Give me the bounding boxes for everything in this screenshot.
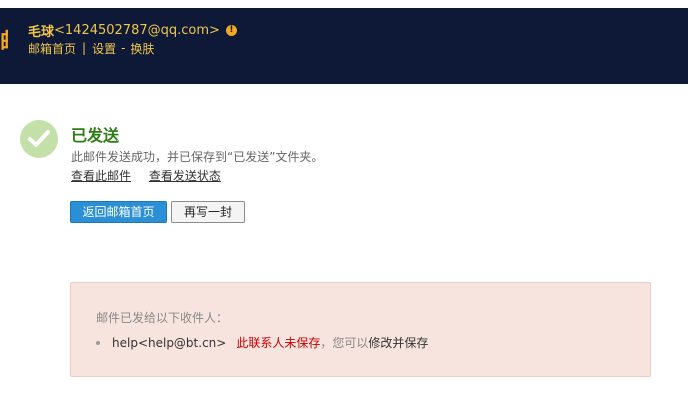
unsaved-contact-label: 此联系人未保存 [236, 336, 321, 350]
nav-separator: | [82, 41, 87, 55]
mail-header: 邮 毛球 <1424502787@qq.com> ! 邮箱首页 | 设置 - 换… [0, 8, 688, 84]
logo-fragment: 邮 [0, 26, 8, 60]
write-again-button[interactable]: 再写一封 [171, 201, 245, 223]
sent-description: 此邮件发送成功，并已保存到“已发送”文件夹。 [71, 150, 324, 164]
back-home-button[interactable]: 返回邮箱首页 [70, 201, 167, 223]
recipient-item: help<help@bt.cn> 此联系人未保存 ，您可以 修改并保存 [96, 334, 428, 351]
success-check-icon [20, 120, 58, 158]
header-nav: 邮箱首页 | 设置 - 换肤 [28, 39, 154, 57]
nav-dash: - [121, 41, 126, 55]
user-name: 毛球 [28, 24, 55, 40]
edit-and-save-link[interactable]: 修改并保存 [368, 334, 428, 351]
recipient-address: help<help@bt.cn> [112, 335, 227, 350]
settings-link[interactable]: 设置 [92, 40, 116, 57]
checkmark-icon [28, 130, 50, 147]
change-skin-link[interactable]: 换肤 [130, 40, 154, 57]
view-mail-link[interactable]: 查看此邮件 [71, 169, 131, 183]
user-info: 毛球 <1424502787@qq.com> ! [28, 20, 237, 40]
mailbox-home-link[interactable]: 邮箱首页 [28, 40, 76, 57]
notice-title: 邮件已发给以下收件人： [96, 311, 229, 325]
view-status-link[interactable]: 查看发送状态 [149, 169, 221, 183]
sent-links: 查看此邮件 查看发送状态 [71, 167, 235, 184]
bullet-icon [96, 340, 100, 345]
top-strip [0, 0, 688, 8]
user-email: <1424502787@qq.com> [54, 22, 220, 38]
hint-text: ，您可以 [320, 336, 369, 350]
recipients-notice: 邮件已发给以下收件人： help<help@bt.cn> 此联系人未保存 ，您可… [70, 282, 651, 377]
warning-icon[interactable]: ! [225, 24, 237, 36]
sent-title: 已发送 [71, 126, 120, 145]
